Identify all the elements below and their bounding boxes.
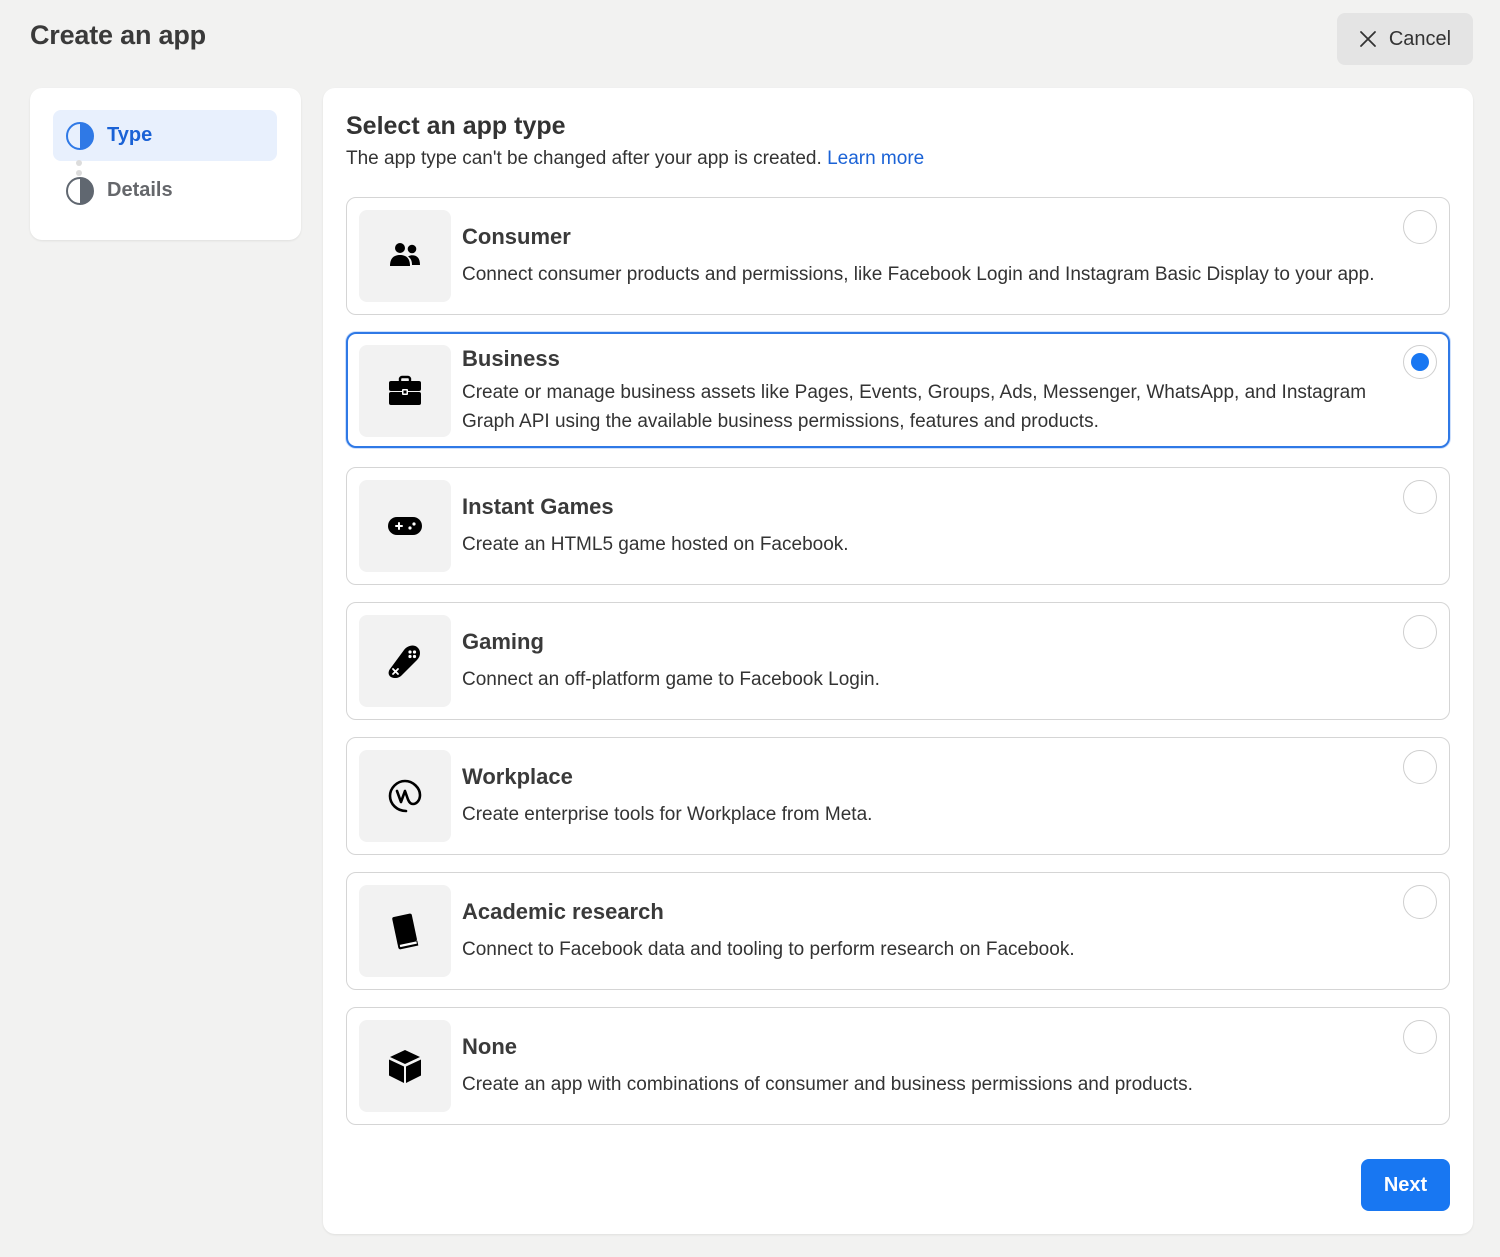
option-description: Connect to Facebook data and tooling to … [462, 939, 1075, 960]
step-label: Type [107, 124, 153, 146]
option-workplace[interactable]: Workplace Create enterprise tools for Wo… [346, 737, 1450, 855]
section-title: Select an app type [346, 112, 566, 140]
page-title: Create an app [30, 20, 206, 50]
half-circle-icon [66, 121, 94, 150]
people-icon [390, 243, 420, 266]
controller-icon [388, 645, 420, 678]
option-title: None [462, 1034, 517, 1059]
radio-button[interactable] [1403, 885, 1437, 919]
option-description: Create enterprise tools for Workplace fr… [462, 804, 873, 825]
option-gaming[interactable]: Gaming Connect an off-platform game to F… [346, 602, 1450, 720]
option-consumer[interactable]: Consumer Connect consumer products and p… [346, 197, 1450, 315]
book-icon [392, 913, 419, 950]
briefcase-icon [389, 375, 421, 405]
step-label: Details [107, 179, 173, 201]
option-description: Connect an off-platform game to Facebook… [462, 669, 880, 690]
option-icon-box [359, 885, 451, 977]
option-description: Create an app with combinations of consu… [462, 1074, 1193, 1095]
radio-dot [1411, 353, 1429, 371]
cube-icon [389, 1050, 421, 1083]
cancel-label: Cancel [1388, 27, 1452, 50]
create-app-page: Create an app Cancel Type Details Select… [0, 0, 1500, 1257]
option-title: Instant Games [462, 494, 614, 519]
option-title: Workplace [462, 764, 573, 789]
option-title: Business [462, 346, 560, 371]
step-type[interactable]: Type [53, 110, 277, 161]
option-none[interactable]: None Create an app with combinations of … [346, 1007, 1450, 1125]
radio-button[interactable] [1403, 615, 1437, 649]
radio-button[interactable] [1403, 210, 1437, 244]
section-subtitle: The app type can't be changed after your… [346, 148, 924, 170]
option-description: Connect consumer products and permission… [462, 264, 1375, 285]
option-icon-box [359, 750, 451, 842]
subtitle-text: The app type can't be changed after your… [346, 148, 822, 169]
option-title: Academic research [462, 899, 664, 924]
radio-button-selected[interactable] [1403, 345, 1437, 379]
learn-more-link[interactable]: Learn more [827, 148, 924, 169]
cancel-button[interactable]: Cancel [1337, 13, 1473, 65]
steps-nav: Type Details [30, 88, 301, 240]
option-academic-research[interactable]: Academic research Connect to Facebook da… [346, 872, 1450, 990]
radio-button[interactable] [1403, 1020, 1437, 1054]
app-type-panel: Select an app type The app type can't be… [323, 88, 1473, 1234]
option-icon-box [359, 480, 451, 572]
radio-button[interactable] [1403, 750, 1437, 784]
option-business[interactable]: Business Create or manage business asset… [346, 332, 1450, 448]
step-details[interactable]: Details [53, 165, 277, 216]
option-icon-box [359, 615, 451, 707]
option-title: Consumer [462, 224, 571, 249]
next-button[interactable]: Next [1361, 1159, 1450, 1211]
workplace-icon [388, 779, 422, 813]
option-description: Create or manage business assets like Pa… [462, 382, 1367, 432]
close-icon [1359, 31, 1376, 47]
option-icon-box [359, 210, 451, 302]
radio-button[interactable] [1403, 480, 1437, 514]
option-icon-box [359, 345, 451, 437]
option-icon-box [359, 1020, 451, 1112]
option-title: Gaming [462, 629, 544, 654]
option-description: Create an HTML5 game hosted on Facebook. [462, 534, 849, 555]
option-instant-games[interactable]: Instant Games Create an HTML5 game hoste… [346, 467, 1450, 585]
gamepad-icon [388, 517, 422, 535]
half-circle-icon [66, 176, 94, 205]
